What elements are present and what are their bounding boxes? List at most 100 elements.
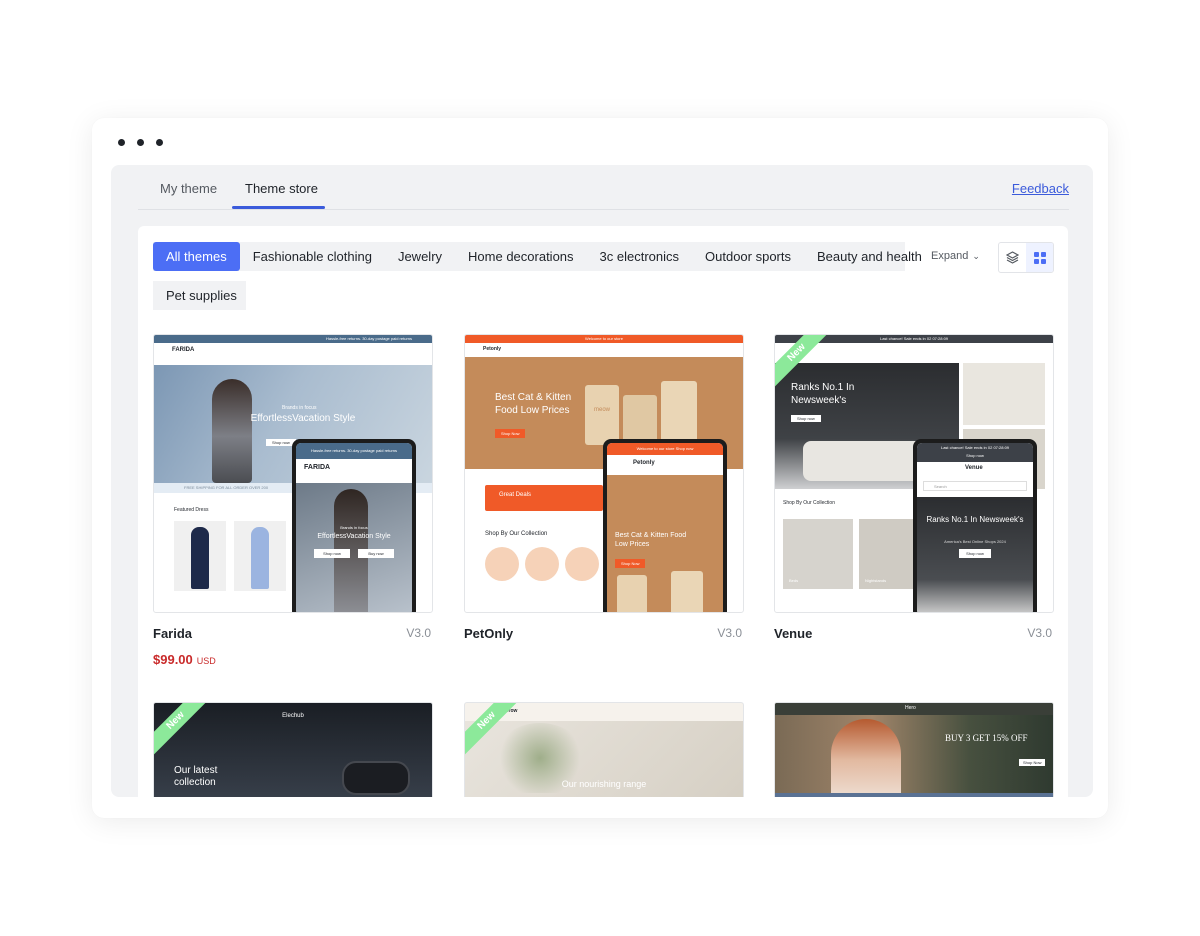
tab-bar: My theme Theme store Feedback [138, 165, 1069, 210]
preview-promo-bar: Welcome to our store [465, 335, 743, 343]
price-currency: USD [196, 656, 216, 666]
preview-logo: FARIDA [172, 347, 195, 353]
filter-beauty-and-health[interactable]: Beauty and health [804, 242, 935, 271]
preview-hero-title: Our latest collection [174, 765, 218, 788]
theme-price: $99.00 USD [153, 652, 216, 667]
preview-mobile-title: Ranks No.1 In Newsweek's [926, 515, 1024, 524]
preview-mobile-frame: Welcome to our store Shop now Petonly Be… [603, 439, 727, 612]
filter-fashionable-clothing[interactable]: Fashionable clothing [240, 242, 385, 271]
theme-app: My theme Theme store Feedback All themes… [111, 165, 1093, 797]
view-toggle [998, 242, 1054, 273]
preview-mobile-frame: Last chance! Sale ends in 02 07:28:09 Sh… [913, 439, 1037, 612]
filter-home-decorations[interactable]: Home decorations [455, 242, 587, 271]
preview-mobile-promo: Welcome to our store Shop now [607, 443, 723, 455]
preview-mobile-title: EffortlessVacation Style [317, 533, 391, 540]
preview-section-title: Featured Dress [174, 507, 209, 513]
filter-all-themes[interactable]: All themes [153, 242, 240, 271]
theme-version: V3.0 [717, 626, 742, 640]
preview-model-figure [212, 379, 252, 483]
preview-header [775, 343, 1053, 363]
tab-my-theme[interactable]: My theme [160, 181, 217, 196]
preview-hero-title: Our nourishing range [561, 779, 647, 789]
preview-hero-kicker: Brands in focus [282, 405, 317, 411]
preview-mobile-title: Best Cat & Kitten Food Low Prices [615, 532, 687, 548]
tab-theme-store[interactable]: Theme store [245, 181, 318, 196]
preview-mobile-button: Buy now [358, 549, 394, 558]
preview-mobile-logo: FARIDA [304, 464, 331, 471]
preview-category-tile: Beds [783, 519, 853, 589]
layers-view-button[interactable] [999, 243, 1026, 272]
preview-header: Hero [775, 703, 1053, 715]
preview-mobile-subtitle: America's Best Online Shops 2024 [944, 539, 1006, 544]
preview-hero-title: Ranks No.1 In Newsweek's [791, 382, 855, 406]
preview-mobile-hero: Brands in focus EffortlessVacation Style… [296, 483, 412, 612]
theme-preview-venue[interactable]: New Last chance! Sale ends in 02 07:28:0… [774, 334, 1054, 613]
theme-card-hero: Hero BUY 3 GET 15% OFF Shop Now [774, 702, 1054, 797]
grid-view-button[interactable] [1026, 243, 1053, 272]
filter-pet-supplies[interactable]: Pet supplies [153, 281, 250, 310]
preview-promo-bar: Hassle-free returns. 30-day postage paid… [154, 335, 432, 343]
preview-product-image [174, 521, 226, 591]
filter-row-2: Pet supplies [153, 281, 246, 310]
preview-deals-label: Great Deals [499, 492, 532, 498]
preview-mobile-button: Shop now [314, 549, 350, 558]
theme-version: V3.0 [1027, 626, 1052, 640]
expand-label: Expand [931, 250, 969, 262]
filter-3c-electronics[interactable]: 3c electronics [587, 242, 692, 271]
theme-card-petonly: Welcome to our store Petonly Best Cat & … [464, 334, 744, 641]
preview-mobile-hero: Best Cat & Kitten Food Low Prices Shop N… [607, 475, 723, 612]
preview-hero-button: Shop Now [1019, 759, 1046, 766]
preview-hero-title: EffortlessVacation Style [250, 413, 356, 424]
window-dot-icon [118, 139, 125, 146]
preview-mobile-promo: Hassle-free returns. 30-day postage paid… [296, 443, 412, 459]
expand-filters-button[interactable]: Expand ⌄ [931, 250, 980, 262]
price-amount: $99.00 [153, 652, 193, 667]
preview-section-title: Shop By Our Collection [783, 500, 835, 506]
preview-header: FARIDA [154, 343, 432, 365]
preview-model-figure [831, 719, 901, 797]
window-dot-icon [137, 139, 144, 146]
theme-preview-elechub[interactable]: New Elechub Our latest collection [153, 702, 433, 797]
theme-preview-arrow[interactable]: New Arrow Our nourishing range [464, 702, 744, 797]
preview-mobile-search: Search [923, 481, 1027, 491]
preview-sofa [803, 441, 923, 481]
feedback-link[interactable]: Feedback [1012, 181, 1069, 196]
preview-header: Petonly [465, 343, 743, 357]
theme-preview-farida[interactable]: Hassle-free returns. 30-day postage paid… [153, 334, 433, 613]
layers-icon [1006, 251, 1019, 264]
category-filters: All themes Fashionable clothing Jewelry … [153, 242, 922, 310]
preview-mobile-button: Shop Now [615, 559, 646, 568]
preview-hero-title: Best Cat & Kitten Food Low Prices [495, 392, 572, 416]
theme-preview-petonly[interactable]: Welcome to our store Petonly Best Cat & … [464, 334, 744, 613]
preview-mobile-frame: Hassle-free returns. 30-day postage paid… [292, 439, 416, 612]
preview-mobile-promo-shop: Shop now [966, 453, 984, 458]
preview-logo: Hero [905, 705, 916, 711]
preview-hero-button: Shop now [791, 415, 821, 422]
preview-mobile-promo: Last chance! Sale ends in 02 07:28:09 Sh… [917, 443, 1033, 462]
preview-logo: Petonly [483, 346, 502, 352]
theme-name: PetOnly [464, 626, 514, 641]
theme-version: V3.0 [406, 626, 431, 640]
filter-row: All themes Fashionable clothing Jewelry … [153, 242, 922, 271]
theme-store-panel: All themes Fashionable clothing Jewelry … [138, 226, 1068, 797]
theme-name: Venue [774, 626, 813, 641]
preview-mobile-promo-text: Last chance! Sale ends in 02 07:28:09 [940, 445, 1010, 450]
preview-earbuds-case [342, 761, 410, 795]
filter-jewelry[interactable]: Jewelry [385, 242, 455, 271]
preview-mobile-logo: Venue [965, 465, 983, 471]
preview-product-image [234, 521, 286, 591]
preview-mobile-button: Shop now [959, 549, 991, 558]
preview-category-label: Beds [789, 578, 799, 583]
grid-icon [1033, 251, 1046, 264]
new-badge: New [154, 703, 216, 761]
preview-bag-label: meow [593, 407, 610, 413]
theme-card-elechub: New Elechub Our latest collection [153, 702, 433, 797]
theme-preview-hero[interactable]: Hero BUY 3 GET 15% OFF Shop Now [774, 702, 1054, 797]
preview-mobile-hero: Ranks No.1 In Newsweek's America's Best … [917, 497, 1033, 612]
theme-name: Farida [153, 626, 193, 641]
chevron-down-icon: ⌄ [972, 251, 980, 261]
preview-food-bag: meow [585, 385, 619, 445]
preview-mobile-logo: Petonly [633, 460, 655, 466]
active-tab-indicator [232, 206, 325, 209]
filter-outdoor-sports[interactable]: Outdoor sports [692, 242, 804, 271]
